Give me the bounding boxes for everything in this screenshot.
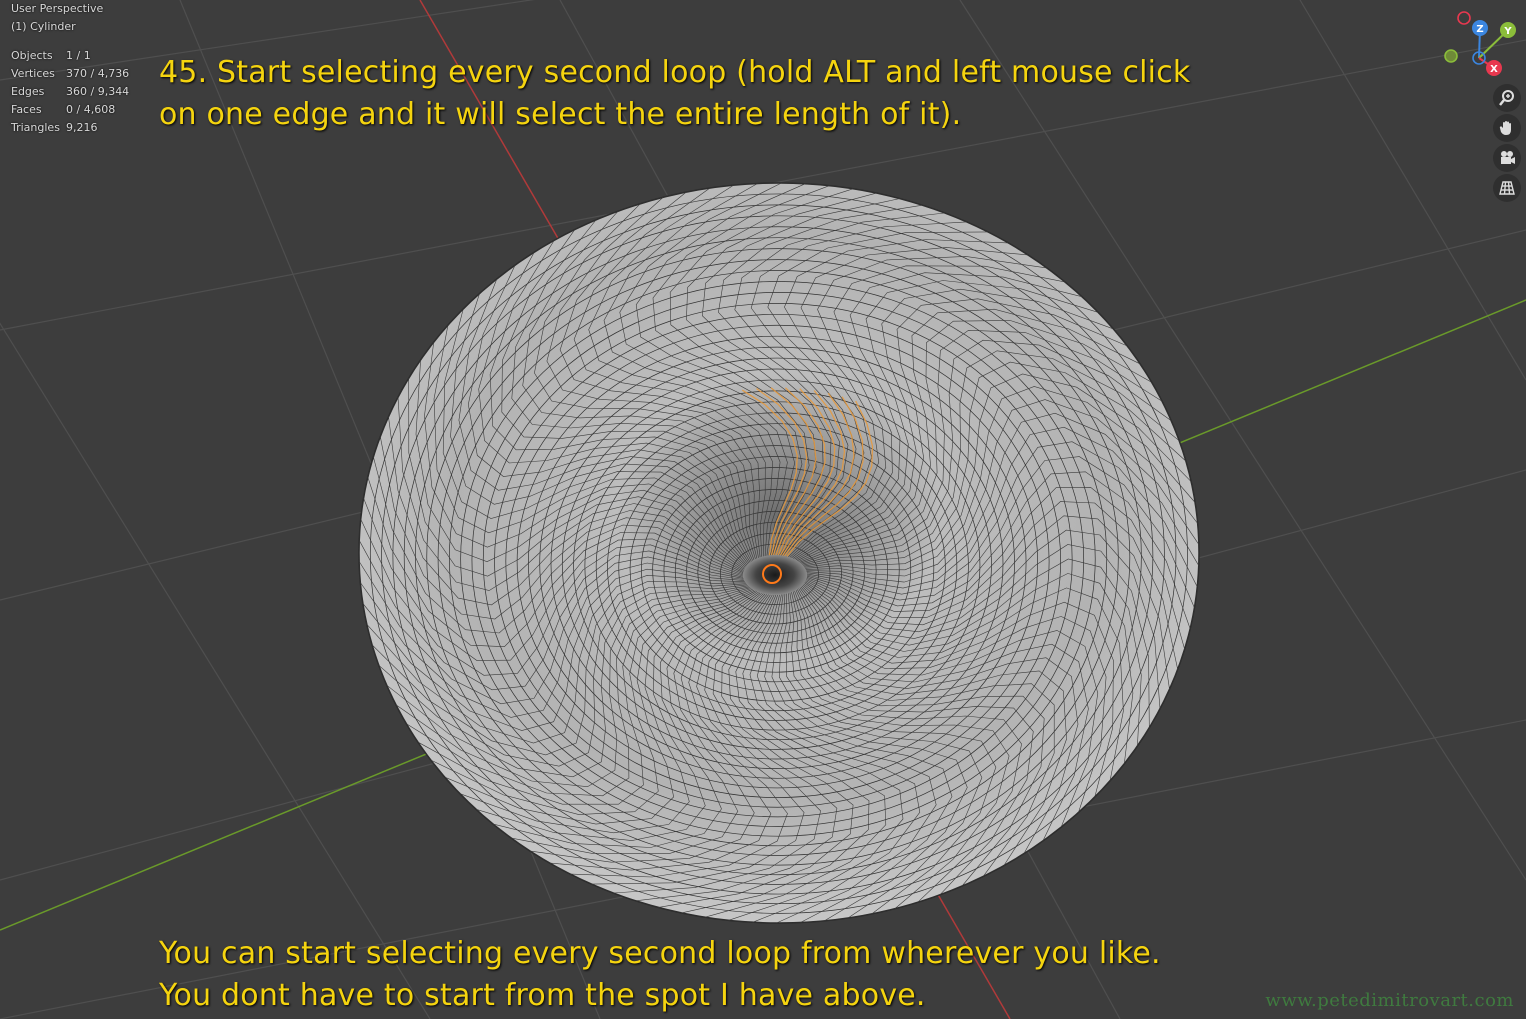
view-name: User Perspective [11,2,104,15]
watermark: www.petedimitrovart.com [1265,990,1514,1011]
navigation-gizmo[interactable]: Z Y X [1438,8,1520,82]
viewport-header-info: User Perspective (1) Cylinder [11,0,103,36]
3d-viewport[interactable] [0,0,1526,1019]
camera-view-button[interactable] [1493,144,1521,172]
ortho-toggle-button[interactable] [1493,174,1521,202]
stat-row: Vertices 370 / 4,736 [11,67,130,80]
pan-button[interactable] [1493,114,1521,142]
camera-icon [1501,151,1515,164]
stat-row: Edges 360 / 9,344 [11,85,130,98]
tutorial-caption-bottom: You can start selecting every second loo… [159,933,1161,1017]
x-axis-label: X [1490,64,1498,75]
stat-row: Triangles 9,216 [11,121,98,134]
zoom-icon [1499,90,1514,106]
hand-icon [1499,121,1511,135]
caption-line: 45. Start selecting every second loop (h… [159,55,1191,90]
caption-line: You can start selecting every second loo… [159,936,1161,971]
cylinder-mesh[interactable] [358,182,1200,924]
tutorial-caption-top: 45. Start selecting every second loop (h… [159,52,1190,136]
zoom-button[interactable] [1493,84,1521,112]
y-axis-label: Y [1503,26,1512,37]
neg-y-axis-handle[interactable] [1444,49,1458,63]
stat-row: Objects 1 / 1 [11,49,91,62]
neg-x-axis-handle[interactable] [1457,11,1471,25]
grid-icon [1499,181,1515,195]
scene-statistics: Objects 1 / 1 Vertices 370 / 4,736 Edges 36… [11,47,129,137]
caption-line: on one edge and it will select the entir… [159,97,962,132]
object-name: (1) Cylinder [11,20,76,33]
stat-row: Faces 0 / 4,608 [11,103,116,116]
z-axis-label: Z [1476,24,1483,35]
caption-line: You dont have to start from the spot I h… [159,978,926,1013]
